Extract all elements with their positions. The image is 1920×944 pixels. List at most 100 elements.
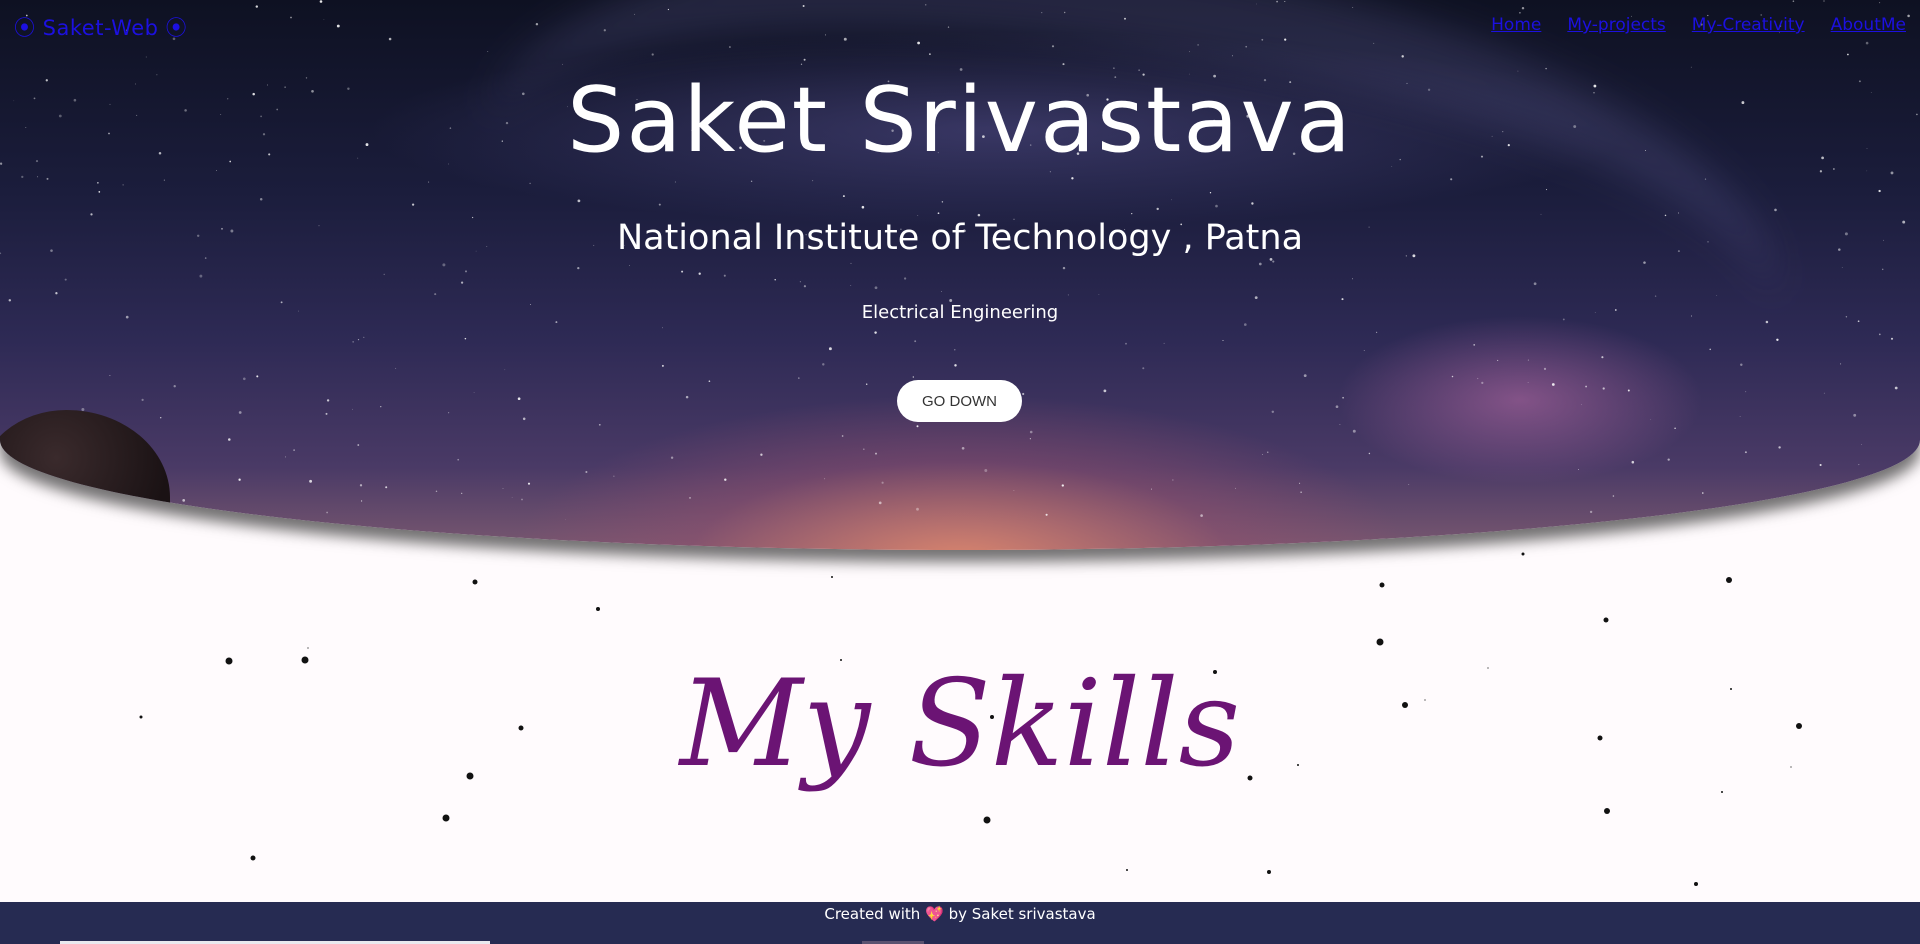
star <box>1778 446 1781 449</box>
star <box>961 446 965 450</box>
star <box>1894 386 1898 390</box>
star <box>862 448 865 451</box>
star <box>878 501 882 505</box>
top-nav: ⦿ Saket-Web ⦿ Home My-projects My-Creati… <box>0 12 1920 42</box>
star <box>812 180 814 182</box>
go-down-button[interactable]: GO DOWN <box>897 380 1022 422</box>
star <box>585 470 588 474</box>
star <box>504 369 506 371</box>
particle-dot <box>1126 869 1128 871</box>
star <box>461 492 463 494</box>
star <box>1776 338 1779 342</box>
star <box>435 490 438 493</box>
star <box>774 278 776 281</box>
star <box>1335 405 1339 409</box>
star <box>1667 458 1670 461</box>
star <box>613 475 615 477</box>
nav-link-my-creativity[interactable]: My-Creativity <box>1692 15 1805 35</box>
footer-suffix: by Saket srivastava <box>948 905 1096 923</box>
star <box>916 507 919 511</box>
star <box>1704 178 1707 180</box>
star <box>903 277 907 280</box>
nav-link-about-me[interactable]: AboutMe <box>1831 15 1906 35</box>
particle-dot <box>831 576 833 578</box>
star <box>1527 382 1529 383</box>
star <box>658 203 661 206</box>
star <box>798 377 800 379</box>
star <box>473 391 475 393</box>
star <box>90 213 93 216</box>
star <box>1267 451 1269 453</box>
star <box>1256 3 1257 5</box>
star <box>1527 359 1529 361</box>
star <box>662 327 663 329</box>
star <box>1543 367 1547 370</box>
star <box>1098 294 1100 295</box>
star <box>850 262 852 264</box>
star <box>1878 189 1881 193</box>
star <box>159 416 162 419</box>
star <box>1847 53 1849 56</box>
star <box>411 203 415 206</box>
star <box>1342 396 1344 399</box>
brand-logo[interactable]: ⦿ Saket-Web ⦿ <box>14 12 187 42</box>
star <box>1013 489 1015 491</box>
star <box>1303 374 1307 377</box>
star <box>667 8 670 11</box>
star <box>1477 377 1479 380</box>
star <box>1269 258 1273 261</box>
star <box>577 199 581 203</box>
particle-dot <box>442 814 450 822</box>
star <box>661 364 664 367</box>
star <box>1716 295 1718 296</box>
star <box>629 265 630 266</box>
star <box>228 438 231 441</box>
star <box>359 484 363 487</box>
star <box>145 56 147 58</box>
star <box>460 281 464 284</box>
star <box>1865 41 1869 45</box>
nav-link-home[interactable]: Home <box>1491 15 1541 35</box>
star <box>1051 45 1055 48</box>
star <box>1363 350 1365 351</box>
star <box>1231 55 1233 57</box>
star <box>1271 410 1275 414</box>
star <box>1861 444 1862 445</box>
particle-dot <box>472 579 478 585</box>
particle-dot <box>1694 882 1698 886</box>
star <box>1853 413 1857 417</box>
star <box>385 486 388 489</box>
star <box>1339 424 1341 426</box>
particle-dot <box>1603 617 1609 623</box>
star <box>141 398 144 401</box>
star <box>1875 510 1877 513</box>
star <box>122 184 124 186</box>
nav-link-my-projects[interactable]: My-projects <box>1567 15 1665 35</box>
star <box>511 496 513 498</box>
star <box>681 270 684 273</box>
star <box>912 376 914 378</box>
star <box>1631 460 1635 464</box>
star <box>800 63 803 65</box>
star <box>163 179 165 181</box>
star <box>977 213 981 217</box>
star <box>1029 430 1033 434</box>
star <box>689 497 691 499</box>
star <box>941 291 943 293</box>
star <box>1473 344 1476 346</box>
star <box>1244 323 1247 326</box>
star <box>822 363 825 366</box>
star <box>1341 298 1344 301</box>
star <box>1401 55 1404 58</box>
star <box>109 375 111 377</box>
star <box>173 385 176 388</box>
star <box>1373 42 1375 44</box>
star <box>1258 262 1262 266</box>
star <box>97 182 99 184</box>
star <box>352 408 353 410</box>
star <box>325 412 328 415</box>
star <box>841 435 844 437</box>
star <box>1142 367 1145 370</box>
star <box>685 395 689 399</box>
star <box>1858 464 1860 466</box>
